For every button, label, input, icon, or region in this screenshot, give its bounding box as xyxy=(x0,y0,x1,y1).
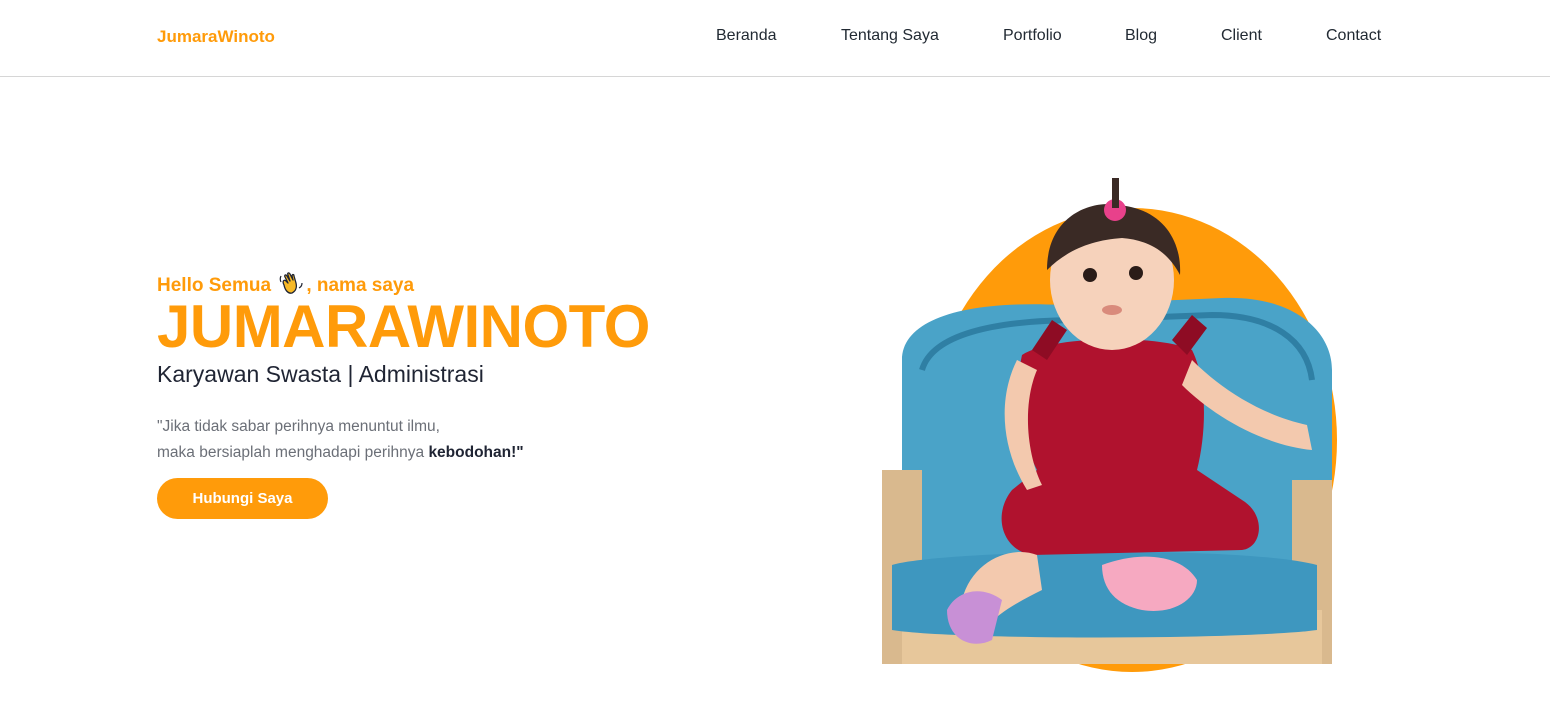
nav-link-beranda[interactable]: Beranda xyxy=(716,27,777,45)
quote-line-2: maka bersiaplah menghadapi perihnya xyxy=(157,444,429,461)
profile-photo-illustration xyxy=(882,178,1337,672)
hero-name: JUMARAWINOTO xyxy=(157,293,650,360)
hero-role: Karyawan Swasta | Administrasi xyxy=(157,361,484,387)
quote-line-1: "Jika tidak sabar perihnya menuntut ilmu… xyxy=(157,418,440,435)
hero-image xyxy=(862,170,1362,680)
quote-emphasis: kebodohan!" xyxy=(428,444,524,461)
nav-link-client[interactable]: Client xyxy=(1221,27,1262,45)
nav-link-blog[interactable]: Blog xyxy=(1125,27,1157,45)
nav-link-tentang-saya[interactable]: Tentang Saya xyxy=(841,27,939,45)
navbar: JumaraWinoto Beranda Tentang Saya Portfo… xyxy=(0,0,1550,77)
contact-me-button[interactable]: Hubungi Saya xyxy=(157,478,328,519)
nav-link-portfolio[interactable]: Portfolio xyxy=(1003,27,1062,45)
nav-link-contact[interactable]: Contact xyxy=(1326,27,1381,45)
brand-logo[interactable]: JumaraWinoto xyxy=(157,27,275,47)
hero-quote: "Jika tidak sabar perihnya menuntut ilmu… xyxy=(157,414,524,466)
